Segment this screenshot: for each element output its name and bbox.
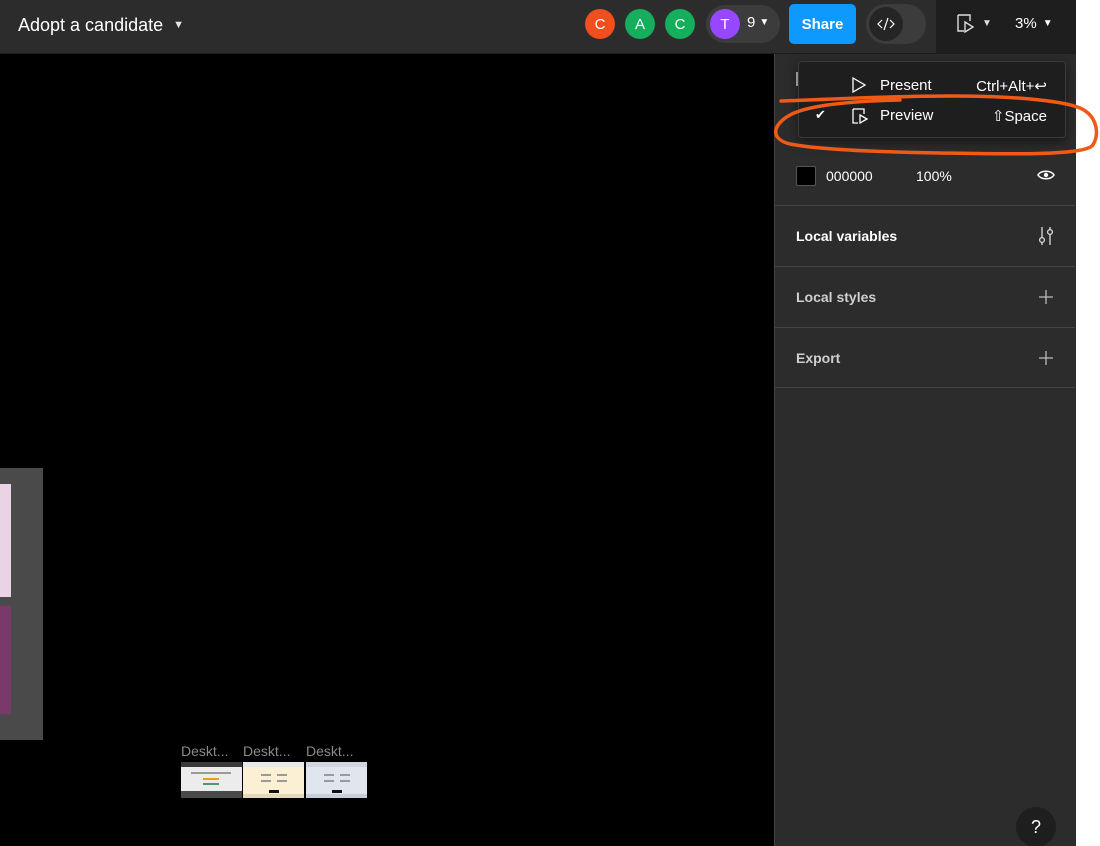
menu-item-label: Preview [880,107,934,124]
frame-label[interactable]: Deskt... [306,743,366,759]
frame-label[interactable]: Deskt... [181,743,241,759]
background-color-row: 000000 100% [796,165,1060,187]
preview-icon [957,14,975,34]
design-canvas[interactable]: Deskt... Deskt... Deskt... [0,54,774,846]
avatar[interactable]: T [710,9,740,39]
chevron-down-icon: ▼ [173,19,185,31]
frame-layer[interactable] [0,606,11,714]
collaborator-count[interactable]: 9 ▼ [747,14,769,31]
menu-item-label: Present [880,77,932,94]
figma-app: Adopt a candidate ▼ C A C T 9 ▼ Share ▼ … [0,0,1100,846]
chevron-down-icon: ▼ [1042,18,1053,29]
sliders-icon[interactable] [1035,225,1057,247]
present-menu: Present Ctrl+Alt+↩ ✔ Preview ⇧Space [798,61,1066,138]
shortcut-label: ⇧Space [991,108,1047,125]
menu-item-present[interactable]: Present Ctrl+Alt+↩ [799,70,1067,100]
frame-layer[interactable] [0,484,11,597]
preview-icon [851,107,869,129]
file-title-dropdown[interactable]: Adopt a candidate ▼ [18,13,184,37]
plus-icon[interactable] [1035,286,1057,308]
avatar-initial: C [674,15,686,33]
menu-item-preview[interactable]: ✔ Preview ⇧Space [799,100,1067,130]
zoom-label: 3% [1015,15,1037,32]
check-icon: ✔ [815,107,826,122]
avatar-initial: C [594,15,606,33]
code-icon [869,7,903,41]
top-toolbar: Adopt a candidate ▼ C A C T 9 ▼ Share ▼ … [0,0,1076,54]
present-dropdown-button[interactable]: ▼ [954,12,992,34]
avatar[interactable]: A [625,9,655,39]
section-title: Local variables [796,228,898,244]
local-variables-section[interactable]: Local variables [775,205,1075,266]
section-title: Export [796,350,841,366]
chevron-down-icon: ▼ [982,17,992,29]
shortcut-label: Ctrl+Alt+↩ [976,78,1047,95]
color-swatch[interactable] [796,166,816,186]
frame-label[interactable]: Deskt... [243,743,303,759]
frame-thumbnail[interactable] [243,762,304,798]
section-title: Local styles [796,289,877,305]
plus-icon[interactable] [1035,347,1057,369]
avatar[interactable]: C [585,9,615,39]
avatar-initial: T [720,15,730,33]
share-button[interactable]: Share [789,4,856,44]
zoom-dropdown[interactable]: 3% ▼ [1015,15,1053,32]
chevron-down-icon: ▼ [759,17,770,28]
file-title: Adopt a candidate [18,14,164,35]
frame-thumbnail[interactable] [306,762,367,798]
dev-mode-toggle[interactable] [866,4,926,44]
avatar[interactable]: C [665,9,695,39]
window-edge [1076,0,1100,846]
avatar-initial: A [634,15,645,33]
eye-icon[interactable] [1036,167,1056,188]
color-opacity-input[interactable]: 100% [916,168,952,184]
local-styles-section[interactable]: Local styles [775,266,1075,327]
collaborator-count-label: 9 [747,14,756,31]
help-button[interactable]: ? [1016,807,1056,846]
frame-thumbnail[interactable] [181,762,242,798]
color-hex-input[interactable]: 000000 [826,168,906,184]
play-icon [851,76,867,97]
export-section[interactable]: Export [775,327,1075,388]
